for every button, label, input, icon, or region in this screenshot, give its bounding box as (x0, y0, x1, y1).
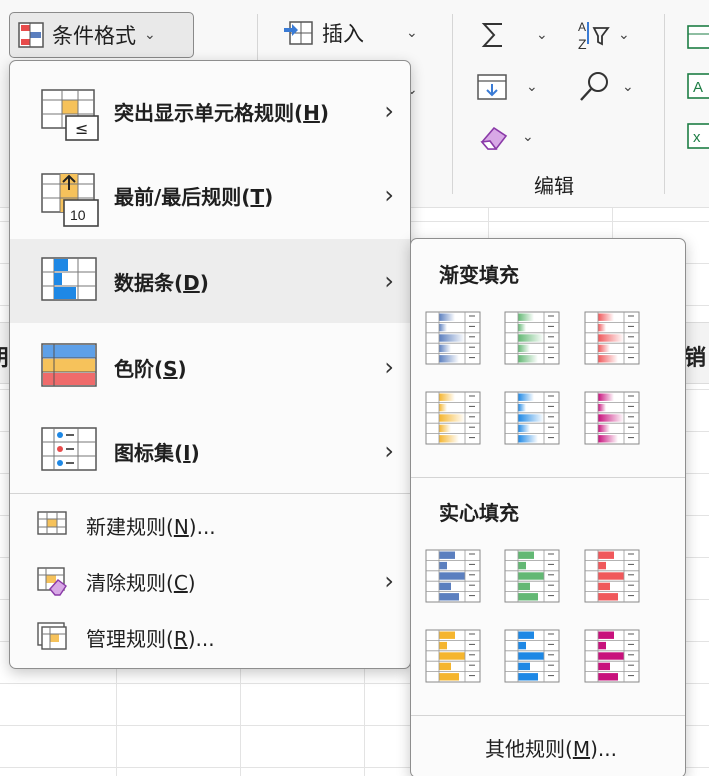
menu-divider (10, 493, 410, 494)
gradient-fill-lightblue-swatch[interactable] (504, 391, 560, 445)
insert-label: 插入 (322, 22, 364, 46)
menu-item-label: 突出显示单元格规则(H) (114, 100, 330, 125)
submenu-divider (411, 477, 685, 478)
highlight-cells-rules-icon: ≤ (40, 86, 100, 141)
ribbon-group-divider (664, 14, 665, 194)
solid-fill-blue-swatch[interactable] (425, 549, 481, 603)
conditional-formatting-label: 条件格式 (52, 24, 136, 48)
chevron-right-icon: › (384, 181, 394, 209)
chevron-down-icon: ⌄ (522, 129, 534, 145)
menu-item-data-bars[interactable]: 数据条(D) › (10, 239, 410, 323)
solid-fill-purple-swatch[interactable] (584, 629, 640, 683)
menu-item-label: 数据条(D) (114, 270, 209, 295)
solid-data-bar-icon (504, 629, 560, 683)
svg-text:x: x (693, 129, 701, 146)
chevron-down-icon: ⌄ (622, 79, 634, 95)
fill-down-icon (477, 74, 507, 100)
svg-text:A: A (578, 20, 586, 34)
svg-text:Z: Z (578, 36, 587, 52)
conditional-formatting-button[interactable]: 条件格式 ⌄ (9, 12, 194, 58)
solid-data-bar-icon (425, 549, 481, 603)
gradient-fill-blue-swatch[interactable] (425, 311, 481, 365)
chevron-down-icon: ⌄ (536, 27, 548, 43)
insert-cells-icon (284, 21, 313, 45)
menu-item-label: 色阶(S) (114, 356, 187, 381)
autosum-button[interactable]: ⌄ (480, 20, 548, 50)
manage-rules-icon (36, 621, 68, 653)
svg-text:≤: ≤ (75, 119, 88, 138)
chevron-down-icon: ⌄ (406, 25, 418, 41)
color-scales-icon (40, 342, 100, 392)
menu-item-icon-sets[interactable]: 图标集(I) › (10, 409, 410, 493)
data-bars-submenu: 渐变填充 实心填充 其他规则(M)... (410, 238, 686, 776)
top-bottom-rules-icon: 10 (40, 170, 100, 227)
menu-item-label: 最前/最后规则(T) (114, 184, 274, 209)
column-header-fragment-right: 销 (684, 346, 707, 371)
insert-cells-button[interactable]: 插入 ⌄ (282, 18, 418, 48)
svg-text:A: A (693, 79, 703, 96)
conditional-formatting-icon (18, 22, 44, 48)
menu-item-new-rule[interactable]: 新建规则(N)... (10, 497, 410, 553)
gradient-data-bar-icon (425, 311, 481, 365)
chevron-right-icon: › (384, 567, 394, 595)
solid-data-bar-icon (584, 629, 640, 683)
sort-filter-icon: A Z (578, 20, 610, 52)
search-icon (580, 72, 608, 101)
new-rule-icon (36, 509, 68, 541)
chevron-down-icon: ⌄ (144, 27, 156, 43)
partial-ribbon-icons: A x (687, 25, 709, 149)
solid-data-bar-icon (425, 629, 481, 683)
menu-item-top-bottom-rules[interactable]: 10 最前/最后规则(T) › (10, 153, 410, 237)
gradient-fill-heading: 渐变填充 (439, 263, 519, 287)
data-bars-icon (40, 256, 100, 306)
fill-button[interactable]: ⌄ (476, 72, 538, 102)
eraser-icon (480, 126, 508, 150)
menu-item-label: 清除规则(C) (86, 570, 196, 595)
menu-item-label: 管理规则(R)... (86, 626, 215, 651)
solid-fill-heading: 实心填充 (439, 501, 519, 525)
find-select-button[interactable]: ⌄ (578, 70, 634, 104)
chevron-right-icon: › (384, 353, 394, 381)
conditional-formatting-menu: ≤ 突出显示单元格规则(H) › 10 最前/最后规则(T) › 数据条(D) … (9, 60, 411, 669)
solid-fill-orange-swatch[interactable] (425, 629, 481, 683)
svg-text:10: 10 (70, 207, 86, 223)
chevron-down-icon: ⌄ (618, 27, 630, 43)
menu-item-color-scales[interactable]: 色阶(S) › (10, 325, 410, 409)
sort-filter-button[interactable]: A Z ⌄ (576, 18, 630, 52)
solid-fill-red-swatch[interactable] (584, 549, 640, 603)
gradient-data-bar-icon (504, 391, 560, 445)
solid-data-bar-icon (504, 549, 560, 603)
clear-button[interactable]: ⌄ (478, 122, 534, 152)
gradient-fill-green-swatch[interactable] (504, 311, 560, 365)
gradient-fill-purple-swatch[interactable] (584, 391, 640, 445)
gradient-data-bar-icon (584, 391, 640, 445)
chevron-down-icon: ⌄ (526, 79, 538, 95)
gradient-data-bar-icon (584, 311, 640, 365)
gradient-data-bar-icon (425, 391, 481, 445)
ribbon-group-divider (452, 14, 453, 194)
menu-item-label: 图标集(I) (114, 440, 200, 465)
autosum-icon (481, 23, 502, 47)
menu-item-label: 新建规则(N)... (86, 514, 216, 539)
menu-item-clear-rules[interactable]: 清除规则(C) › (10, 553, 410, 609)
submenu-divider (411, 715, 685, 716)
chevron-right-icon: › (384, 97, 394, 125)
solid-fill-green-swatch[interactable] (504, 549, 560, 603)
more-rules-link[interactable]: 其他规则(M)... (485, 733, 617, 762)
edit-group-label: 编辑 (534, 174, 574, 198)
gradient-data-bar-icon (504, 311, 560, 365)
clear-rules-icon (36, 565, 68, 597)
menu-item-highlight-cells-rules[interactable]: ≤ 突出显示单元格规则(H) › (10, 69, 410, 153)
solid-data-bar-icon (584, 549, 640, 603)
chevron-right-icon: › (384, 267, 394, 295)
chevron-right-icon: › (384, 437, 394, 465)
menu-item-manage-rules[interactable]: 管理规则(R)... (10, 609, 410, 665)
icon-sets-icon (40, 426, 100, 476)
gradient-fill-red-swatch[interactable] (584, 311, 640, 365)
solid-fill-lightblue-swatch[interactable] (504, 629, 560, 683)
gradient-fill-orange-swatch[interactable] (425, 391, 481, 445)
